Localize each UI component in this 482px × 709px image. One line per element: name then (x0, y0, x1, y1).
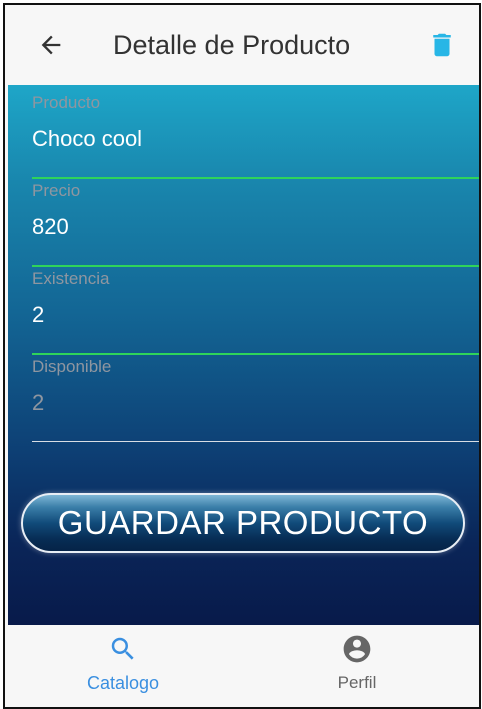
available-input (32, 383, 472, 423)
app-bar: Detalle de Producto (5, 5, 479, 85)
page-title: Detalle de Producto (113, 30, 351, 60)
field-label: Producto (32, 93, 101, 112)
save-product-button-label: GUARDAR PRODUCTO (57, 504, 429, 541)
nav-item-perfil[interactable]: Perfil (297, 633, 417, 699)
nav-label-catalogo: Catalogo (86, 673, 160, 693)
product-detail-form: Producto Precio Existencia Disponible GU… (8, 85, 479, 625)
stock-input[interactable] (32, 295, 472, 335)
nav-item-catalogo[interactable]: Catalogo (63, 633, 183, 699)
account-circle-icon (341, 633, 373, 665)
field-label: Precio (32, 181, 81, 200)
field-underline (32, 353, 479, 355)
price-input[interactable] (32, 207, 472, 247)
back-button[interactable] (35, 29, 67, 61)
trash-icon (433, 33, 451, 57)
field-label: Disponible (32, 357, 112, 376)
product-name-input[interactable] (32, 119, 472, 159)
nav-label-perfil: Perfil (337, 673, 377, 692)
field-label: Existencia (32, 269, 110, 288)
delete-button[interactable] (425, 27, 459, 63)
save-product-button[interactable]: GUARDAR PRODUCTO (21, 493, 465, 553)
arrow-back-icon (41, 35, 61, 55)
field-underline (32, 265, 479, 267)
field-underline (32, 177, 479, 179)
app-screen: Detalle de Producto Producto Precio Exis… (3, 3, 481, 709)
search-icon (107, 633, 139, 665)
bottom-navigation: Catalogo Perfil (5, 625, 479, 707)
field-underline (32, 441, 479, 442)
